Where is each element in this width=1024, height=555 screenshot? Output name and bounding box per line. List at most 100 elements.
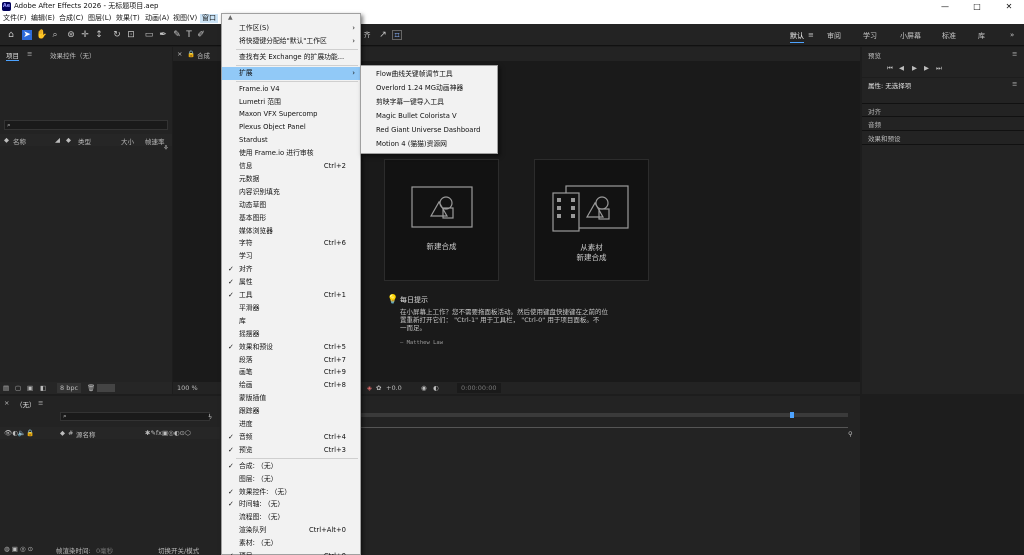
zoom-tool-icon[interactable]: ⌕ <box>50 30 60 40</box>
menu-animation[interactable]: 动画(A) <box>145 14 169 23</box>
timeline-search-input[interactable]: ⌕ <box>60 412 210 421</box>
window-menu-item[interactable]: ✓ 合成: （无） <box>222 460 360 473</box>
window-menu-item[interactable]: 段落 Ctrl+7 <box>222 354 360 367</box>
menu-window[interactable]: 窗口 <box>200 14 218 23</box>
window-menu-item[interactable]: Stardust <box>222 134 360 147</box>
work-area-bar[interactable] <box>360 412 848 418</box>
snap-toggle-icon[interactable]: ⌗ <box>392 30 402 41</box>
minimize-button[interactable]: — <box>930 0 960 13</box>
window-menu-item[interactable]: 信息 Ctrl+2 <box>222 160 360 173</box>
maximize-button[interactable]: □ <box>962 0 992 13</box>
interpret-footage-icon[interactable]: ▤ <box>3 384 9 392</box>
window-menu-item[interactable]: Frame.io V4 <box>222 83 360 96</box>
column-source-name[interactable]: 源名称 <box>76 429 96 439</box>
close-tab-icon[interactable]: × <box>177 50 182 58</box>
window-menu-item[interactable]: 内容识别填充 <box>222 186 360 199</box>
new-folder-icon[interactable]: ▢ <box>15 384 21 392</box>
dolly-camera-icon[interactable]: ↕ <box>94 30 104 40</box>
show-channel-icon[interactable]: ◐ <box>433 384 439 392</box>
extension-menu-item[interactable]: 剪映字幕一键导入工具 <box>376 96 444 109</box>
window-menu-item[interactable]: 库 <box>222 315 360 328</box>
tab-timeline[interactable]: （无） <box>16 399 36 409</box>
window-menu-item[interactable]: 摇摆器 <box>222 328 360 341</box>
snapshot-icon[interactable]: ◉ <box>421 384 427 392</box>
hand-tool-icon[interactable]: ✋ <box>36 30 47 40</box>
sort-icon[interactable]: ◢ <box>55 136 60 144</box>
next-frame-icon[interactable]: ▶ <box>924 64 929 72</box>
new-comp-from-footage-card[interactable]: 从素材 新建合成 <box>534 159 649 281</box>
menu-scroll-up-icon[interactable]: ▲ <box>228 14 233 21</box>
window-menu-item[interactable]: Maxon VFX Supercomp <box>222 108 360 121</box>
panel-align[interactable]: 对齐 <box>868 106 881 116</box>
comp-marker-icon[interactable]: ⚲ <box>848 430 853 438</box>
panel-audio[interactable]: 音频 <box>868 119 881 129</box>
workspace-default[interactable]: 默认 <box>790 31 804 43</box>
trash-icon[interactable]: 🗑 <box>87 384 95 392</box>
workspace-menu-icon[interactable]: ≡ <box>808 31 814 39</box>
window-menu-item[interactable]: 扩展 › <box>222 66 360 80</box>
window-menu-item[interactable]: ✓ 效果和预设 Ctrl+5 <box>222 341 360 354</box>
workspace-library[interactable]: 库 <box>978 31 985 41</box>
window-menu-item[interactable]: 将快捷键分配给"默认"工作区 › <box>222 35 360 48</box>
graph-editor-icon[interactable]: ϟ <box>208 413 212 421</box>
new-comp-icon[interactable]: ▣ <box>27 384 33 392</box>
properties-menu-icon[interactable]: ≡ <box>1012 80 1017 88</box>
window-menu-item[interactable]: 蒙版插值 <box>222 392 360 405</box>
window-menu-item[interactable]: ✓ 音频 Ctrl+4 <box>222 431 360 444</box>
menu-composition[interactable]: 合成(C) <box>59 14 83 23</box>
window-menu-item[interactable]: 学习 <box>222 250 360 263</box>
bit-depth-button[interactable]: 8 bpc <box>57 383 82 393</box>
window-menu-item[interactable]: 查找有关 Exchange 的扩展功能... <box>222 51 360 64</box>
orbit-camera-icon[interactable]: ⊛ <box>66 30 76 40</box>
menu-layer[interactable]: 图层(L) <box>88 14 111 23</box>
flowchart-icon[interactable]: ⚘ <box>163 144 169 152</box>
window-menu-item[interactable]: 基本图形 <box>222 212 360 225</box>
type-tool-icon[interactable]: T <box>184 30 194 40</box>
window-menu-item[interactable]: ✓ 工具 Ctrl+1 <box>222 289 360 302</box>
project-menu-icon[interactable]: ≡ <box>27 50 32 58</box>
window-menu-item[interactable]: 工作区(S) › <box>222 22 360 35</box>
extension-menu-item[interactable]: Flow曲线关键帧调节工具 <box>376 68 453 81</box>
timecode-display[interactable]: 0:00:00:00 <box>457 383 501 393</box>
window-menu-item[interactable]: Lumetri 范围 <box>222 96 360 109</box>
window-menu-item[interactable]: ✓ 项目 Ctrl+0 <box>222 550 360 555</box>
zoom-dropdown[interactable]: 100 % <box>177 384 198 392</box>
extension-menu-item[interactable]: Magic Bullet Colorista V <box>376 110 457 123</box>
exposure-value[interactable]: +0.0 <box>386 384 402 392</box>
home-icon[interactable]: ⌂ <box>6 30 16 40</box>
workspace-small-screen[interactable]: 小屏幕 <box>900 31 921 41</box>
column-type[interactable]: 类型 <box>78 136 91 146</box>
tab-effect-controls[interactable]: 效果控件（无） <box>50 50 96 60</box>
window-menu-item[interactable]: 使用 Frame.io 进行审核 <box>222 147 360 160</box>
color-management-icon[interactable]: ◈ <box>367 384 372 392</box>
window-menu-item[interactable]: 元数据 <box>222 173 360 186</box>
project-search-input[interactable]: ⌕ <box>4 120 168 130</box>
window-menu-item[interactable]: ✓ 效果控件: （无） <box>222 486 360 499</box>
thumbnail-slider[interactable] <box>97 384 115 392</box>
snapping-icon[interactable]: ↗ <box>378 30 388 40</box>
menu-view[interactable]: 视图(V) <box>173 14 197 23</box>
brush-tool-icon[interactable]: ✐ <box>196 30 206 40</box>
column-name[interactable]: 名称 <box>13 136 26 146</box>
rotation-tool-icon[interactable]: ↻ <box>112 30 122 40</box>
window-menu-item[interactable]: 图层: （无） <box>222 473 360 486</box>
pen-tool-icon[interactable]: ✒ <box>158 30 168 40</box>
window-menu-item[interactable]: 进度 <box>222 418 360 431</box>
extension-menu-item[interactable]: Motion 4 (猫猫)资源网 <box>376 138 447 151</box>
window-menu-item[interactable]: 字符 Ctrl+6 <box>222 237 360 250</box>
window-menu-item[interactable]: ✓ 预览 Ctrl+3 <box>222 444 360 457</box>
extension-menu-item[interactable]: Red Giant Universe Dashboard <box>376 124 480 137</box>
workspace-more-icon[interactable]: » <box>1010 31 1014 39</box>
first-frame-icon[interactable]: ⏮ <box>887 64 893 73</box>
rectangle-tool-icon[interactable]: ▭ <box>144 30 154 40</box>
window-menu-item[interactable]: 流程图: （无） <box>222 511 360 524</box>
tab-preview[interactable]: 预览 <box>868 50 881 60</box>
menu-effect[interactable]: 效果(T) <box>116 14 140 23</box>
window-menu-item[interactable]: 绘画 Ctrl+8 <box>222 379 360 392</box>
close-tab-icon[interactable]: × <box>4 399 9 407</box>
prev-frame-icon[interactable]: ◀ <box>899 64 904 72</box>
playhead-handle[interactable] <box>790 412 794 418</box>
window-menu-item[interactable]: 媒体浏览器 <box>222 225 360 238</box>
window-menu-item[interactable]: 渲染队列 Ctrl+Alt+0 <box>222 524 360 537</box>
window-menu-item[interactable]: 跟踪器 <box>222 405 360 418</box>
